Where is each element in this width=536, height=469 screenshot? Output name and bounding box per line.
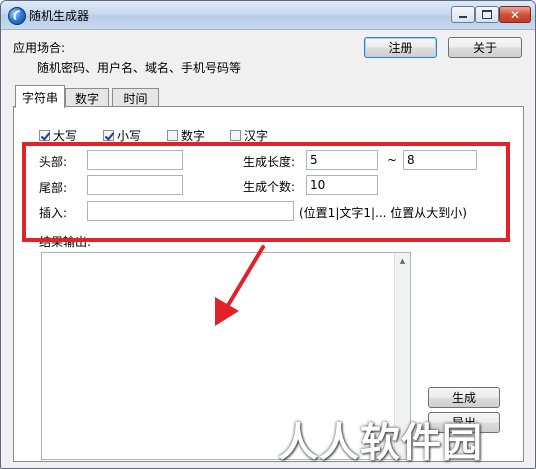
scroll-up-icon[interactable]: ▲ [395,253,410,268]
output-label: 结果输出: [39,235,92,249]
minimize-icon [459,16,467,18]
minimize-button[interactable] [451,6,475,23]
length-label: 生成长度: [243,155,296,169]
insert-label: 插入: [39,206,68,220]
length-separator: ~ [387,153,398,167]
maximize-icon [482,10,492,19]
digits-checkbox[interactable]: 数字 [167,127,205,144]
watermark-text: 人人软件园 [278,420,483,466]
checkbox-unchecked-icon[interactable] [167,130,178,141]
tail-input[interactable] [87,175,183,195]
head-input[interactable] [87,150,183,170]
length-min-input[interactable]: 5 [306,150,378,170]
usage-text: 随机密码、用户名、域名、手机号码等 [37,61,242,75]
uppercase-label: 大写 [53,129,78,143]
app-icon [8,7,26,25]
title-bar[interactable]: 随机生成器 ✕ [1,1,535,30]
uppercase-checkbox[interactable]: 大写 [39,127,77,144]
checkbox-checked-icon[interactable] [103,130,114,141]
insert-hint: (位置1|文字1|... 位置从大到小) [299,206,467,220]
digits-label: 数字 [181,129,206,143]
window-title: 随机生成器 [29,9,90,23]
chinese-label: 汉字 [244,129,269,143]
tail-label: 尾部: [39,181,68,195]
count-input[interactable]: 10 [306,175,378,195]
checkbox-checked-icon[interactable] [39,130,50,141]
count-label: 生成个数: [243,180,296,194]
usage-label: 应用场合: [13,41,66,55]
insert-input[interactable] [87,201,294,221]
register-button[interactable]: 注册 [364,37,437,58]
tab-time[interactable]: 时间 [112,88,159,107]
length-max-input[interactable]: 8 [403,150,477,170]
lowercase-label: 小写 [117,129,142,143]
chinese-checkbox[interactable]: 汉字 [230,127,268,144]
checkbox-unchecked-icon[interactable] [230,130,241,141]
head-label: 头部: [39,155,68,169]
close-icon: ✕ [509,7,521,22]
generate-button[interactable]: 生成 [428,387,500,408]
maximize-button[interactable] [475,6,499,23]
app-window: 随机生成器 ✕ 应用场合: 随机密码、用户名、域名、手机号码等 注册 关于 字符… [0,0,536,469]
lowercase-checkbox[interactable]: 小写 [103,127,141,144]
close-button[interactable]: ✕ [499,6,531,23]
tab-string[interactable]: 字符串 [15,85,65,108]
tab-number[interactable]: 数字 [65,88,109,107]
about-button[interactable]: 关于 [448,37,522,58]
